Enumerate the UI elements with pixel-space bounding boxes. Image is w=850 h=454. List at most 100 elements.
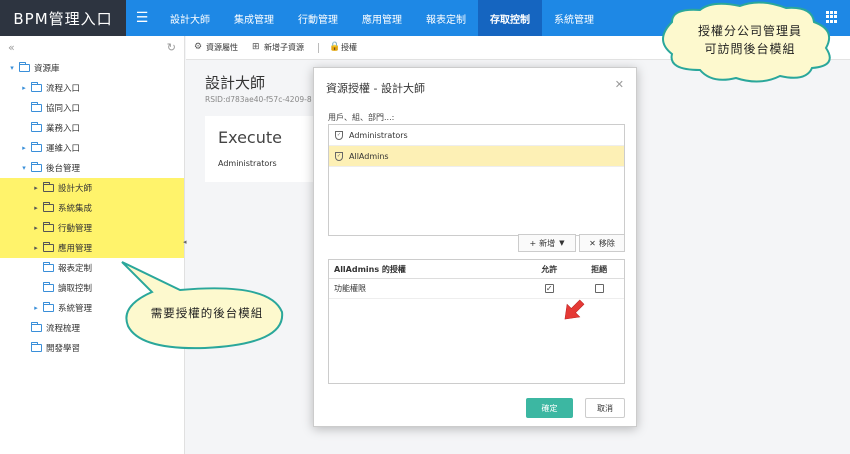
remove-button[interactable]: ✕ 移除 bbox=[579, 234, 625, 252]
folder-icon bbox=[43, 302, 54, 312]
caret-right-icon[interactable]: ▸ bbox=[20, 144, 28, 152]
top-callout-line1: 授權分公司管理員 bbox=[697, 24, 802, 38]
hamburger-menu-icon[interactable]: ☰ bbox=[126, 0, 158, 36]
hierarchy-icon: ⊞ bbox=[252, 42, 260, 52]
tree-item[interactable]: ▾ 資源庫 bbox=[0, 58, 184, 78]
new-child-resource-button[interactable]: ⊞ 新增子資源 bbox=[252, 42, 304, 53]
page-title: 設計大師 bbox=[205, 74, 266, 92]
folder-icon bbox=[19, 62, 30, 72]
nav-item-0[interactable]: 設計大師 bbox=[158, 0, 222, 36]
tree-item[interactable]: 開發學習 bbox=[0, 338, 184, 358]
allow-cell: ✓ bbox=[524, 284, 574, 293]
folder-icon bbox=[31, 142, 42, 152]
permissions-table-header: AllAdmins 的授權 允許 拒絕 bbox=[329, 260, 624, 279]
apps-grid-icon[interactable] bbox=[826, 11, 838, 23]
caret-right-icon[interactable]: ▸ bbox=[32, 184, 40, 192]
principal-row[interactable]: ✓ AllAdmins bbox=[329, 146, 624, 167]
sidebar-tools: « ↻ bbox=[0, 36, 184, 58]
tree-item[interactable]: 協同入口 bbox=[0, 98, 184, 118]
folder-icon bbox=[43, 182, 54, 192]
permission-card: Execute Administrators bbox=[205, 116, 315, 182]
authorize-button[interactable]: 🔒 授權 bbox=[329, 42, 357, 53]
remove-icon: ✕ bbox=[589, 238, 596, 248]
caret-down-icon[interactable]: ▾ bbox=[8, 64, 16, 72]
add-button[interactable]: + 新增 ▼ bbox=[518, 234, 576, 252]
refresh-icon[interactable]: ↻ bbox=[167, 41, 176, 54]
nav-item-6[interactable]: 系統管理 bbox=[542, 0, 606, 36]
tree-item-label: 業務入口 bbox=[46, 124, 81, 134]
caret-down-icon[interactable]: ▾ bbox=[20, 164, 28, 172]
folder-icon bbox=[43, 242, 54, 252]
tree-item-label: 設計大師 bbox=[58, 184, 93, 194]
tree-item-label: 讀取控制 bbox=[58, 284, 93, 294]
tree-item-label: 資源庫 bbox=[34, 64, 60, 74]
folder-icon bbox=[31, 322, 42, 332]
caret-right-icon[interactable]: ▸ bbox=[32, 224, 40, 232]
caret-right-icon[interactable]: ▸ bbox=[32, 244, 40, 252]
allow-checkbox[interactable]: ✓ bbox=[544, 284, 554, 293]
tree-item-label: 開發學習 bbox=[46, 344, 81, 354]
tree-item-label: 後台管理 bbox=[46, 164, 81, 174]
permission-card-principal: Administrators bbox=[218, 159, 277, 168]
caret-right-icon[interactable]: ▸ bbox=[20, 84, 28, 92]
bottom-callout-text: 需要授權的後台模組 bbox=[150, 306, 264, 320]
gear-icon: ⚙ bbox=[194, 42, 203, 52]
sidebar: « ↻ ▾ 資源庫 ▸ 流程入口協同入口業務入口 ▸ 運維入口 ▾ 後台管理 ▸ 設計大師 ▸ 系統集… bbox=[0, 36, 185, 454]
shield-icon: ✓ bbox=[335, 130, 343, 140]
principals-label: 用戶、組、部門...: bbox=[328, 113, 395, 122]
folder-icon bbox=[31, 82, 42, 92]
tree-item-label: 行動管理 bbox=[58, 224, 93, 234]
permission-name: 功能權限 bbox=[334, 284, 366, 293]
resource-id: RSID:d783ae40-f57c-4209-8 bbox=[205, 95, 312, 104]
tree-item[interactable]: ▸ 設計大師 bbox=[0, 178, 184, 198]
tree-item-label: 流程入口 bbox=[46, 84, 81, 94]
plus-icon: + bbox=[529, 238, 537, 248]
tree-item[interactable]: 讀取控制 bbox=[0, 278, 184, 298]
header-allow: 允許 bbox=[541, 264, 558, 274]
collapse-sidebar-icon[interactable]: « bbox=[8, 41, 15, 54]
principal-name: Administrators bbox=[349, 130, 408, 140]
principal-name: AllAdmins bbox=[349, 151, 389, 161]
folder-icon bbox=[31, 102, 42, 112]
nav-item-5[interactable]: 存取控制 bbox=[478, 0, 542, 36]
sidebar-resize-handle-icon[interactable]: ◂ bbox=[183, 238, 189, 250]
remove-label: 移除 bbox=[598, 238, 615, 248]
deny-checkbox[interactable] bbox=[594, 284, 604, 293]
header-permission-name: AllAdmins 的授權 bbox=[334, 264, 406, 274]
cancel-button[interactable]: 取消 bbox=[585, 398, 625, 418]
principals-list: ✓ Administrators ✓ AllAdmins bbox=[328, 124, 625, 236]
nav-item-4[interactable]: 報表定制 bbox=[414, 0, 478, 36]
folder-icon bbox=[43, 282, 54, 292]
principal-row[interactable]: ✓ Administrators bbox=[329, 125, 624, 146]
header-deny: 拒絕 bbox=[591, 264, 608, 274]
folder-icon bbox=[43, 202, 54, 212]
close-icon[interactable]: ✕ bbox=[615, 78, 624, 91]
tree-item-label: 流程梳理 bbox=[46, 324, 81, 334]
caret-right-icon[interactable]: ▸ bbox=[32, 204, 40, 212]
new-child-resource-label: 新增子資源 bbox=[264, 43, 304, 52]
nav-item-1[interactable]: 集成管理 bbox=[222, 0, 286, 36]
tree-item[interactable]: ▸ 應用管理 bbox=[0, 238, 184, 258]
folder-icon bbox=[43, 222, 54, 232]
tree-item-label: 系統集成 bbox=[58, 204, 93, 214]
tree-item[interactable]: 業務入口 bbox=[0, 118, 184, 138]
tree-item[interactable]: ▸ 系統集成 bbox=[0, 198, 184, 218]
nav-item-2[interactable]: 行動管理 bbox=[286, 0, 350, 36]
tree-item[interactable]: 報表定制 bbox=[0, 258, 184, 278]
nav-item-3[interactable]: 應用管理 bbox=[350, 0, 414, 36]
folder-icon bbox=[43, 262, 54, 272]
tree-item[interactable]: ▾ 後台管理 bbox=[0, 158, 184, 178]
lock-icon: 🔒 bbox=[329, 42, 341, 52]
folder-icon bbox=[31, 342, 42, 352]
tree-item[interactable]: ▸ 運維入口 bbox=[0, 138, 184, 158]
deny-cell bbox=[574, 284, 624, 293]
tree-item-label: 協同入口 bbox=[46, 104, 81, 114]
tree-item[interactable]: ▸ 行動管理 bbox=[0, 218, 184, 238]
ok-button[interactable]: 確定 bbox=[526, 398, 573, 418]
caret-right-icon[interactable]: ▸ bbox=[32, 304, 40, 312]
tree-item[interactable]: ▸ 流程入口 bbox=[0, 78, 184, 98]
tree-item-label: 運維入口 bbox=[46, 144, 81, 154]
resource-properties-button[interactable]: ⚙ 資源屬性 bbox=[194, 42, 238, 53]
brand-title[interactable]: BPM管理入口 bbox=[0, 0, 126, 36]
top-callout-text: 授權分公司管理員 可訪問後台模組 bbox=[680, 22, 820, 58]
